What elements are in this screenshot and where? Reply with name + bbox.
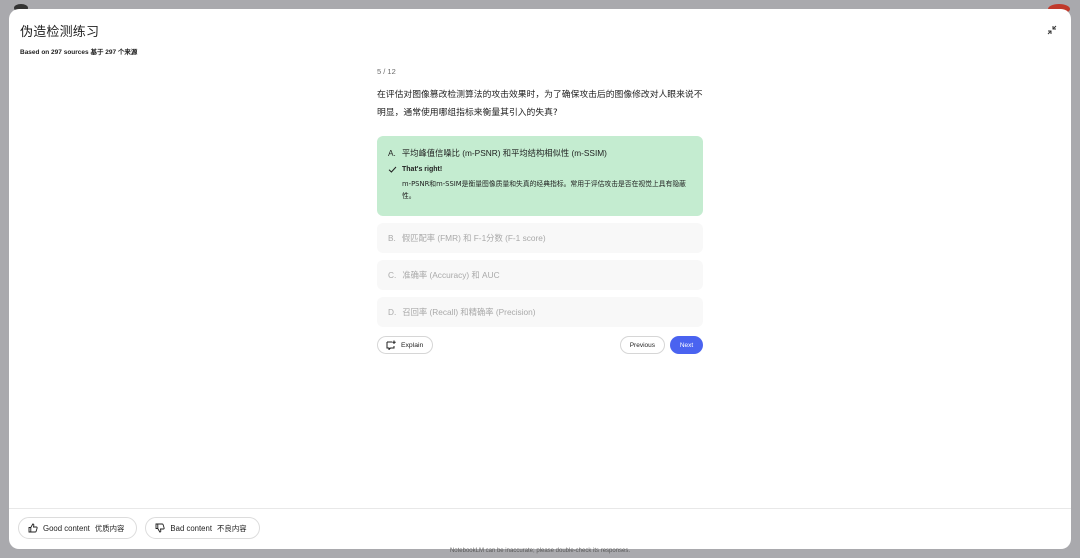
check-icon <box>388 165 397 174</box>
answer-options: A. 平均峰值信噪比 (m-PSNR) 和平均结构相似性 (m-SSIM) Th… <box>377 136 703 327</box>
previous-button[interactable]: Previous <box>619 336 665 354</box>
next-button[interactable]: Next <box>670 336 703 354</box>
collapse-icon <box>1047 25 1057 35</box>
feedback-text: m-PSNR和m-SSIM是衡量图像质量和失真的经典指标。常用于评估攻击是否在视… <box>402 180 686 200</box>
sources-count: Based on 297 sources 基于 297 个来源 <box>20 49 138 56</box>
option-letter: C. <box>388 270 397 280</box>
quiz-card: 5 / 12 在评估对图像篡改检测算法的攻击效果时，为了确保攻击后的图像修改对人… <box>377 67 703 356</box>
good-content-button[interactable]: Good content 优质内容 <box>18 517 138 539</box>
option-a[interactable]: A. 平均峰值信噪比 (m-PSNR) 和平均结构相似性 (m-SSIM) Th… <box>377 136 703 216</box>
option-text: 假匹配率 (FMR) 和 F-1分数 (F-1 score) <box>401 233 546 243</box>
option-letter: A. <box>388 148 396 158</box>
question-text: 在评估对图像篡改检测算法的攻击效果时，为了确保攻击后的图像修改对人眼来说不明显，… <box>377 90 703 118</box>
thumbs-up-icon <box>28 523 38 533</box>
feedback-footer: Good content 优质内容 Bad content 不良内容 <box>18 517 260 539</box>
modal-header: 伪造检测练习 Based on 297 sources 基于 297 个来源 <box>20 21 137 56</box>
quiz-modal: 伪造检测练习 Based on 297 sources 基于 297 个来源 5… <box>9 9 1071 549</box>
option-text: 准确率 (Accuracy) 和 AUC <box>402 270 500 280</box>
sparkle-chat-icon <box>386 340 396 350</box>
feedback-title: That's right! <box>402 166 443 173</box>
thumbs-down-icon <box>155 523 166 533</box>
page-title: 伪造检测练习 <box>20 24 100 39</box>
option-text: 平均峰值信噪比 (m-PSNR) 和平均结构相似性 (m-SSIM) <box>401 148 607 158</box>
explain-button[interactable]: Explain <box>377 336 434 354</box>
good-content-cn: 优质内容 <box>94 523 125 533</box>
option-letter: B. <box>388 233 396 243</box>
bad-content-button[interactable]: Bad content 不良内容 <box>145 517 260 539</box>
question-progress: 5 / 12 <box>377 67 396 76</box>
option-text: 召回率 (Recall) 和精确率 (Precision) <box>402 307 536 317</box>
option-d[interactable]: D. 召回率 (Recall) 和精确率 (Precision) <box>377 297 703 327</box>
good-content-label: Good content <box>43 523 90 533</box>
bad-content-cn: 不良内容 <box>217 523 247 533</box>
disclaimer-text: NotebookLM can be inaccurate; please dou… <box>449 548 631 554</box>
collapse-button[interactable] <box>1045 23 1059 37</box>
option-c[interactable]: C. 准确率 (Accuracy) 和 AUC <box>377 260 703 290</box>
footer-divider <box>9 508 1071 509</box>
option-b[interactable]: B. 假匹配率 (FMR) 和 F-1分数 (F-1 score) <box>377 223 703 253</box>
explain-label: Explain <box>401 341 424 349</box>
bad-content-label: Bad content <box>170 523 213 533</box>
quiz-actions: Explain Previous Next <box>377 336 703 356</box>
option-letter: D. <box>388 307 397 317</box>
